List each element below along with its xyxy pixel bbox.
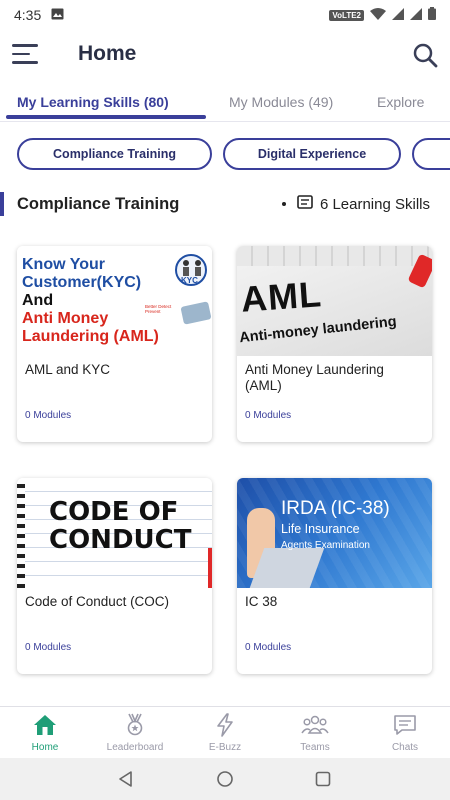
app-bar: Home: [0, 30, 450, 80]
kyc-badge-icon: KYC: [175, 254, 207, 286]
nav-label: Home: [31, 742, 59, 753]
nav-label: E-Buzz: [208, 742, 242, 753]
thumb-text: And: [22, 292, 54, 309]
lightning-icon: [217, 713, 233, 737]
card-modules-count: 0 Modules: [25, 410, 72, 421]
wifi-icon: [370, 7, 386, 23]
card-title: Anti Money Laundering (AML): [245, 362, 384, 393]
battery-icon: [428, 7, 436, 23]
gallery-notification-icon: [51, 7, 64, 23]
category-chips: Compliance Training Digital Experience: [0, 136, 450, 174]
course-card-aml-kyc[interactable]: Know Your Customer(KYC) And Anti Money L…: [17, 246, 212, 442]
money-icon: [180, 301, 212, 325]
bottom-nav: Home Leaderboard E-Buzz Teams Chats: [0, 706, 450, 758]
back-icon[interactable]: [118, 771, 134, 787]
thumb-text: Anti Money: [22, 310, 109, 327]
nav-home[interactable]: Home: [0, 707, 90, 759]
signal-2-icon: [410, 7, 422, 23]
tab-explore[interactable]: Explore: [377, 94, 424, 110]
card-title: Code of Conduct (COC): [25, 594, 170, 609]
course-thumbnail: CODE OF CONDUCT: [17, 478, 212, 588]
thumb-tagline: Better Detect Prevent: [145, 304, 172, 314]
learning-skills-count: 6 Learning Skills: [281, 195, 430, 213]
thumb-text: CODE OF: [49, 497, 179, 527]
system-nav-bar: [0, 758, 450, 800]
thumb-text: CONDUCT: [49, 525, 192, 555]
course-card-ic38[interactable]: IRDA (IC-38) Life Insurance Agents Exami…: [237, 478, 432, 674]
card-modules-count: 0 Modules: [245, 410, 292, 421]
course-card-aml[interactable]: AML Anti-money laundering Anti Money Lau…: [237, 246, 432, 442]
chat-icon: [394, 715, 416, 735]
tab-my-modules[interactable]: My Modules (49): [229, 94, 333, 110]
section-title: Compliance Training: [17, 195, 180, 213]
margin-line: [208, 548, 212, 588]
tab-bar: My Learning Skills (80) My Modules (49) …: [0, 84, 450, 122]
nav-label: Chats: [391, 742, 419, 753]
page-title: Home: [78, 42, 137, 65]
card-modules-count: 0 Modules: [245, 642, 292, 653]
chip-more[interactable]: [412, 138, 450, 170]
notebook-spiral: [17, 478, 25, 588]
nav-leaderboard[interactable]: Leaderboard: [90, 707, 180, 759]
card-modules-count: 0 Modules: [25, 642, 72, 653]
search-icon[interactable]: [412, 42, 438, 68]
menu-icon[interactable]: [12, 44, 38, 66]
tab-my-learning-skills[interactable]: My Learning Skills (80): [17, 94, 169, 110]
thumb-text: IRDA (IC-38): [281, 498, 390, 519]
nav-chats[interactable]: Chats: [360, 707, 450, 759]
card-title: AML and KYC: [25, 362, 111, 377]
kyc-badge-text: KYC: [181, 276, 198, 285]
chip-digital-experience[interactable]: Digital Experience: [223, 138, 401, 170]
status-time: 4:35: [14, 7, 42, 23]
course-thumbnail: IRDA (IC-38) Life Insurance Agents Exami…: [237, 478, 432, 588]
course-thumbnail: AML Anti-money laundering: [237, 246, 432, 356]
home-icon: [34, 715, 56, 735]
volte-badge: VoLTE2: [329, 9, 364, 21]
nav-label: Leaderboard: [106, 742, 164, 753]
thumb-text: Agents Examination: [281, 540, 370, 551]
home-button-icon[interactable]: [216, 770, 234, 788]
nav-ebuzz[interactable]: E-Buzz: [180, 707, 270, 759]
status-bar: 4:35 VoLTE2: [0, 0, 450, 30]
thumb-text: Laundering (AML): [22, 328, 159, 345]
learning-skills-count-text: 6 Learning Skills: [319, 195, 430, 213]
course-thumbnail: Know Your Customer(KYC) And Anti Money L…: [17, 246, 212, 356]
thumb-text: Know Your: [22, 256, 105, 273]
nav-label: Teams: [300, 742, 330, 753]
section-accent-bar: [0, 192, 4, 216]
thumb-text: Life Insurance: [281, 522, 360, 536]
nav-teams[interactable]: Teams: [270, 707, 360, 759]
course-card-code-of-conduct[interactable]: CODE OF CONDUCT Code of Conduct (COC) 0 …: [17, 478, 212, 674]
paper-background: [237, 246, 432, 266]
bullet-dot: [281, 202, 286, 206]
thumb-text: Customer(KYC): [22, 274, 142, 291]
recents-icon[interactable]: [315, 771, 331, 787]
card-title: IC 38: [245, 594, 278, 609]
signal-icon: [392, 7, 404, 23]
teams-icon: [301, 715, 329, 734]
chip-compliance-training[interactable]: Compliance Training: [17, 138, 212, 170]
active-tab-indicator: [6, 115, 206, 119]
list-icon: [297, 195, 313, 213]
medal-icon: [127, 713, 143, 736]
thumb-text: AML: [239, 273, 324, 320]
